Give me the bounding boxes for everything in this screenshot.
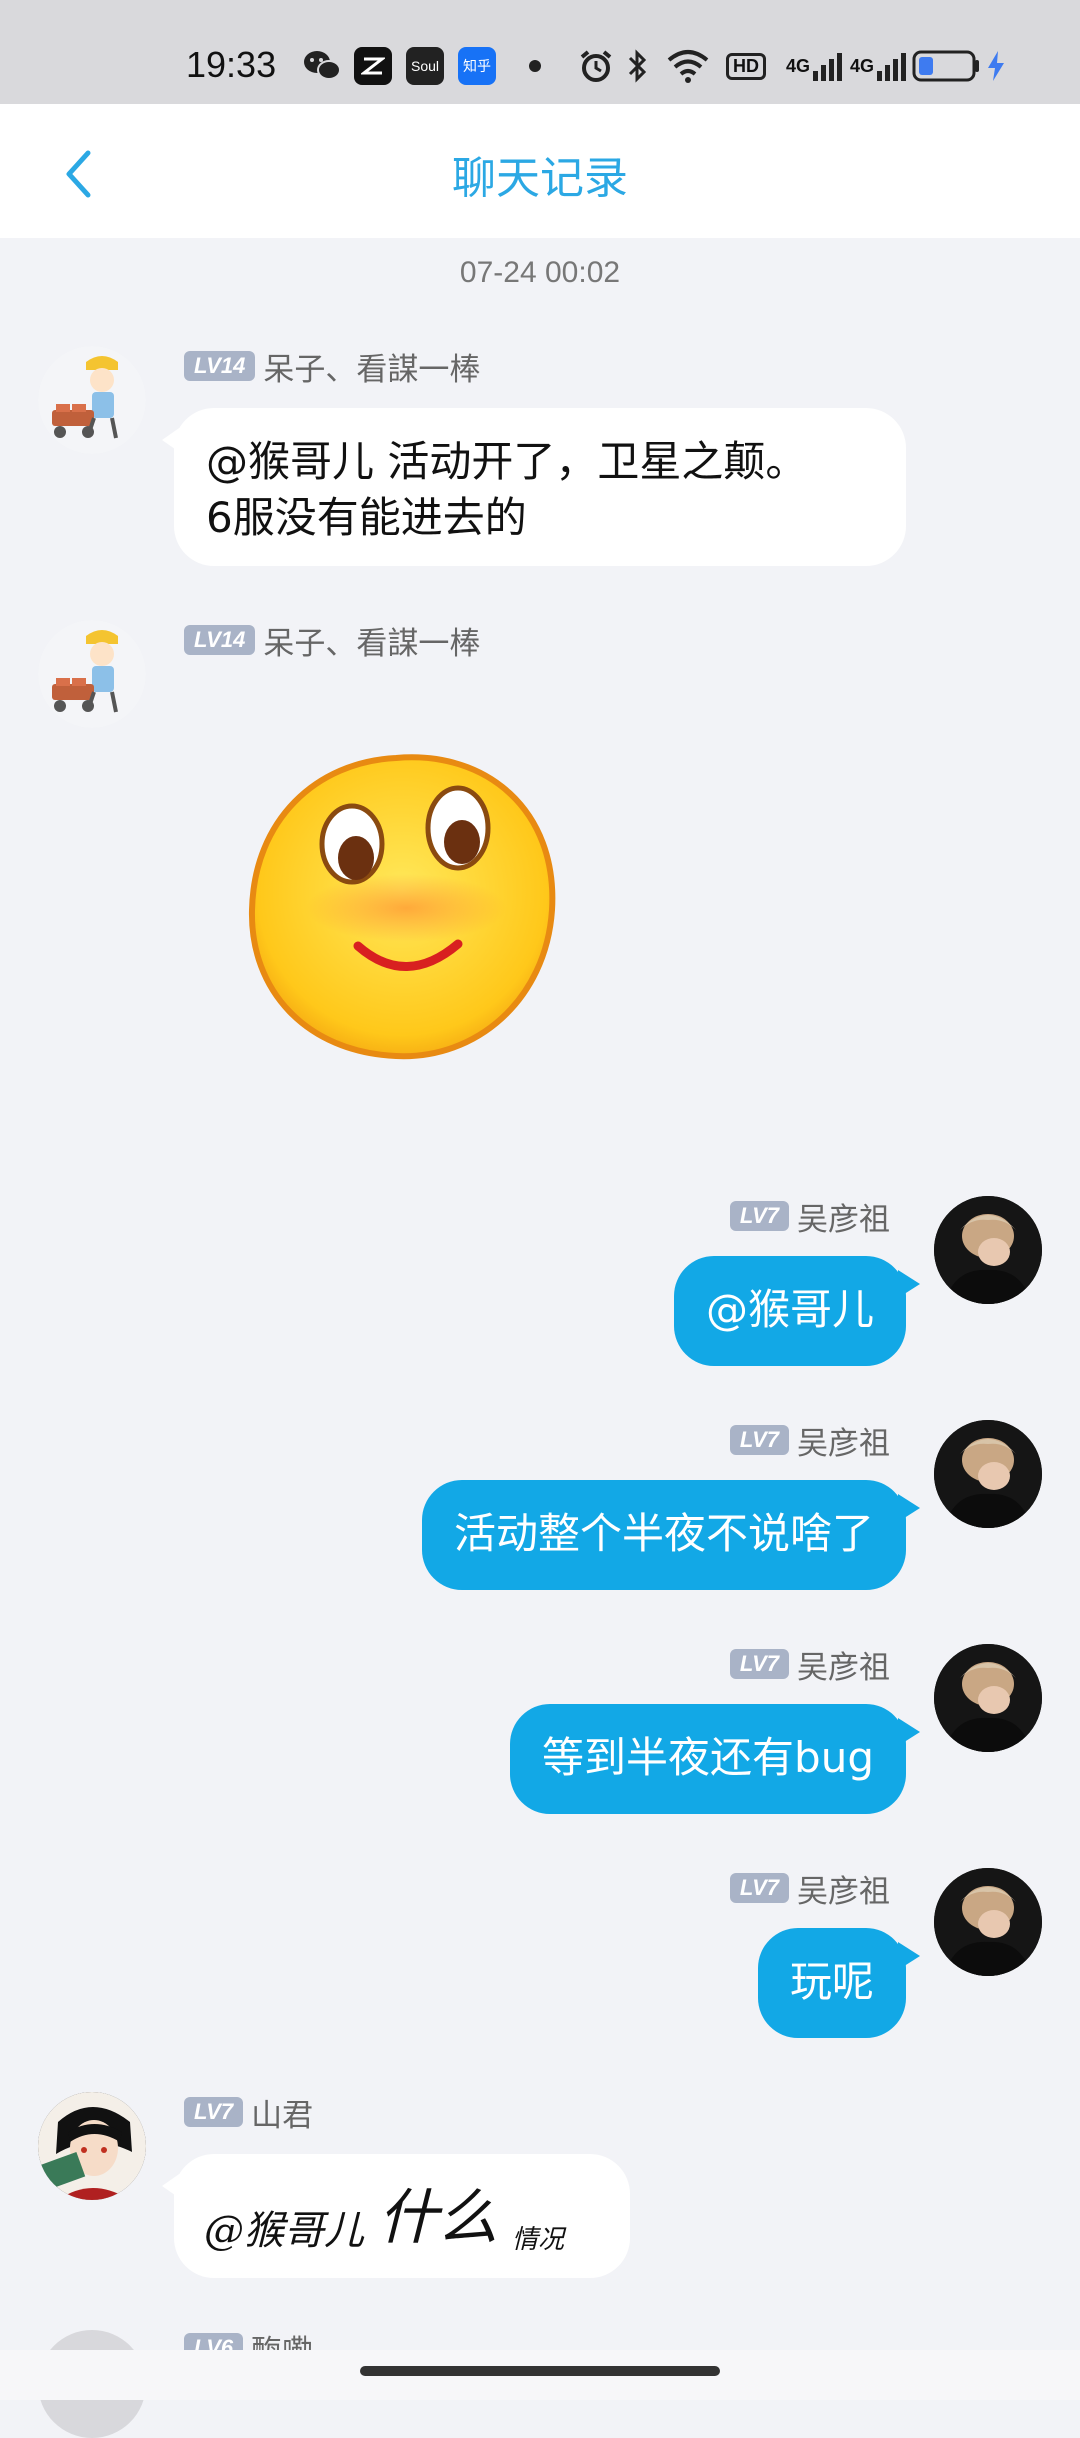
- home-indicator[interactable]: [360, 2366, 720, 2376]
- avatar[interactable]: [38, 620, 146, 728]
- signal-4g-2-icon: 4G: [850, 46, 907, 86]
- avatar[interactable]: [38, 346, 146, 454]
- signal-4g-icon: 4G: [786, 46, 843, 86]
- message-text: 等到半夜还有bug: [542, 1733, 874, 1782]
- message-text: 活动整个半夜不说啥了: [453, 1509, 874, 1558]
- message-bubble[interactable]: @猴哥儿 什么 情况: [162, 2154, 630, 2278]
- message-bubble[interactable]: @猴哥儿 活动开了，卫星之颠。 6服没有能进去的: [162, 408, 906, 566]
- avatar[interactable]: [934, 1644, 1042, 1752]
- message-text-line: @猴哥儿 活动开了，卫星之颠。: [206, 437, 808, 486]
- app-header: 聊天记录: [0, 104, 1080, 238]
- sender-row: LV7 吴彦祖: [729, 1194, 890, 1239]
- message-text: @猴哥儿: [705, 1285, 874, 1334]
- anime-character-icon: [38, 2092, 146, 2200]
- message-text-part: 情况: [512, 2225, 565, 2255]
- sender-row: LV14 呆子、看謀一棒: [184, 618, 480, 663]
- status-bar: 19:33 Soul 知乎 HD 4G 4G: [0, 0, 1080, 104]
- sender-row: LV7 山君: [184, 2090, 313, 2135]
- sender-row: LV14 呆子、看謀一棒: [184, 344, 480, 389]
- sender-name[interactable]: 吴彦祖: [797, 1194, 890, 1239]
- worker-cartoon-icon: [38, 620, 146, 728]
- message-text-part: 什么: [378, 2183, 498, 2253]
- avatar[interactable]: [934, 1868, 1042, 1976]
- message-text-part: @猴哥儿: [204, 2208, 364, 2254]
- notification-dot-icon: [528, 46, 542, 86]
- sender-name[interactable]: 吴彦祖: [797, 1642, 890, 1687]
- level-badge: LV7: [729, 1201, 789, 1231]
- wechat-icon: [302, 46, 342, 86]
- level-badge: LV7: [729, 1873, 789, 1903]
- message-text: 玩呢: [789, 1957, 874, 2006]
- sender-name[interactable]: 吴彦祖: [797, 1418, 890, 1463]
- message-timestamp: 07-24 00:02: [459, 256, 621, 289]
- level-badge: LV7: [184, 2097, 244, 2127]
- soul-app-icon: Soul: [406, 46, 444, 86]
- person-photo-icon: [934, 1868, 1042, 1976]
- smiling-face-sticker[interactable]: [246, 750, 562, 1066]
- person-photo-icon: [934, 1644, 1042, 1752]
- level-badge: LV7: [729, 1425, 789, 1455]
- worker-cartoon-icon: [38, 346, 146, 454]
- charging-bolt-icon: [986, 46, 1006, 86]
- sender-name[interactable]: 呆子、看謀一棒: [263, 344, 480, 389]
- person-photo-icon: [934, 1196, 1042, 1304]
- sender-name[interactable]: 山君: [251, 2090, 313, 2135]
- message-text-line: 6服没有能进去的: [206, 493, 527, 542]
- message-bubble[interactable]: 等到半夜还有bug: [510, 1704, 920, 1814]
- hd-icon: HD: [726, 46, 766, 86]
- bluetooth-icon: [626, 46, 650, 86]
- sender-name[interactable]: 呆子、看謀一棒: [263, 618, 480, 663]
- avatar[interactable]: [38, 2092, 146, 2200]
- sender-row: LV7 吴彦祖: [729, 1642, 890, 1687]
- capcut-icon: [354, 46, 392, 86]
- level-badge: LV14: [184, 625, 256, 655]
- sender-row: LV7 吴彦祖: [729, 1418, 890, 1463]
- avatar[interactable]: [934, 1196, 1042, 1304]
- level-badge: LV14: [184, 351, 256, 381]
- person-photo-icon: [934, 1420, 1042, 1528]
- wifi-icon: [666, 46, 710, 86]
- avatar[interactable]: [934, 1420, 1042, 1528]
- message-bubble[interactable]: @猴哥儿: [673, 1256, 920, 1366]
- sender-row: LV7 吴彦祖: [729, 1866, 890, 1911]
- alarm-icon: [578, 46, 614, 86]
- message-bubble[interactable]: 玩呢: [757, 1928, 920, 2038]
- page-title: 聊天记录: [452, 153, 628, 204]
- sender-name[interactable]: 吴彦祖: [797, 1866, 890, 1911]
- battery-icon: [912, 46, 982, 86]
- handwritten-text: @猴哥儿 什么 情况: [204, 2176, 600, 2256]
- message-bubble[interactable]: 活动整个半夜不说啥了: [421, 1480, 920, 1590]
- status-time: 19:33: [186, 44, 277, 85]
- zhihu-app-icon: 知乎: [458, 46, 496, 86]
- level-badge: LV7: [729, 1649, 789, 1679]
